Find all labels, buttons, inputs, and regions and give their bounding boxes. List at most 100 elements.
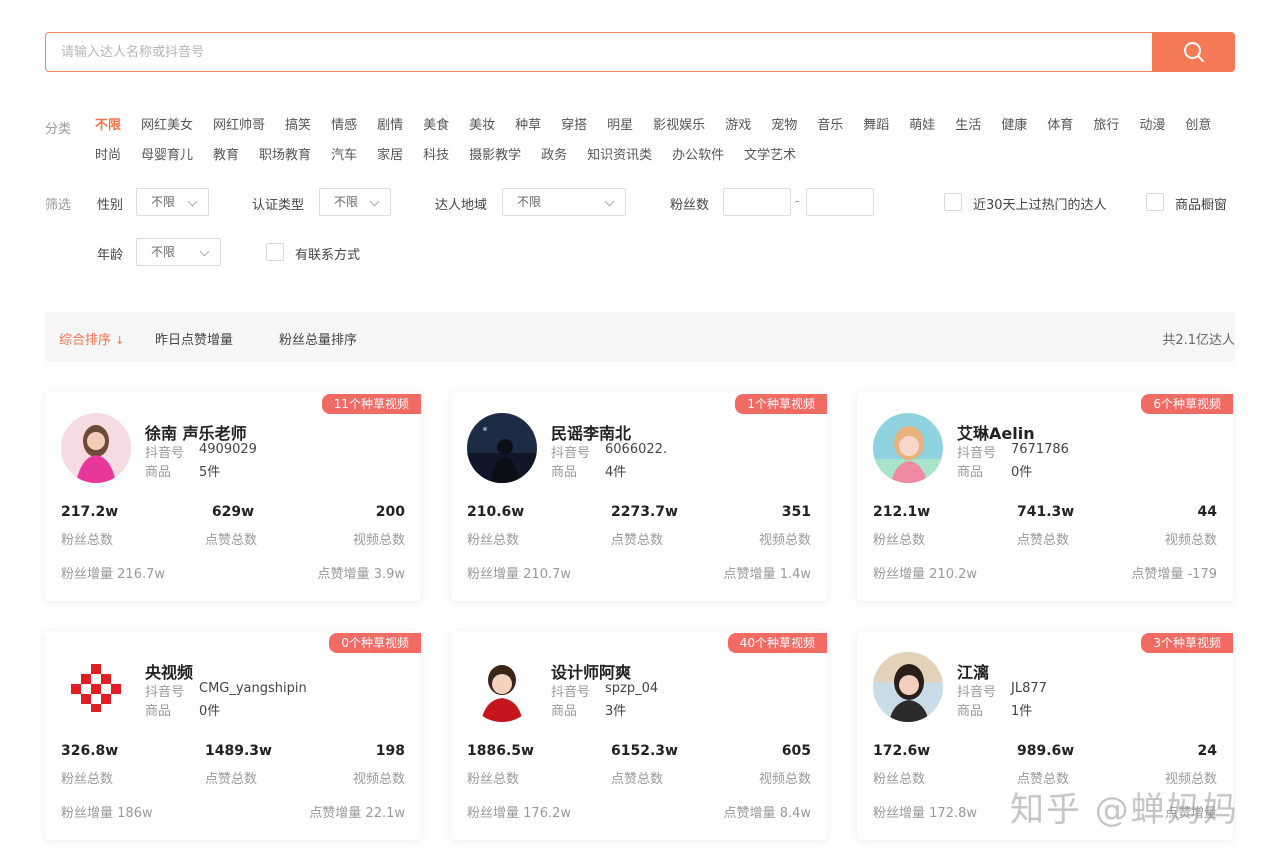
search-button[interactable] (1152, 32, 1235, 72)
goods-label: 商品 (145, 465, 172, 480)
chevron-down-icon (604, 196, 615, 207)
category-item[interactable]: 美食 (423, 117, 449, 135)
category-item[interactable]: 网红帅哥 (213, 117, 265, 135)
fans-min-input[interactable] (723, 188, 791, 216)
category-item[interactable]: 情感 (331, 117, 357, 135)
category-item[interactable]: 摄影教学 (469, 147, 521, 165)
shop-checkbox[interactable] (1146, 193, 1164, 211)
fans-increment: 粉丝增量 186w (61, 802, 153, 821)
chevron-down-icon (199, 246, 210, 257)
category-item[interactable]: 健康 (1001, 117, 1027, 135)
influencer-card[interactable]: 11个种草视频 徐南 声乐老师 抖音号 4909029 商品 5件 217.2w 粉丝总数 62… (45, 392, 421, 601)
gender-value: 不限 (151, 195, 176, 209)
fans-label: 粉丝数 (670, 198, 710, 213)
category-item[interactable]: 动漫 (1139, 117, 1165, 135)
hot-label: 近30天上过热门的达人 (973, 198, 1107, 213)
category-item[interactable]: 网红美女 (141, 117, 193, 135)
category-item[interactable]: 创意 (1185, 117, 1211, 135)
likes-total-label: 点赞总数 (611, 772, 664, 787)
cert-select[interactable]: 不限 (319, 188, 391, 216)
category-item[interactable]: 汽车 (331, 147, 357, 165)
category-item[interactable]: 宠物 (771, 117, 797, 135)
videos-total-value: 198 (375, 743, 405, 759)
age-select[interactable]: 不限 (136, 238, 221, 266)
sort-total-fans[interactable]: 粉丝总量排序 (279, 329, 357, 348)
category-item[interactable]: 教育 (213, 147, 239, 165)
goods-label: 商品 (145, 704, 172, 719)
category-item[interactable]: 音乐 (817, 117, 843, 135)
category-item[interactable]: 种草 (515, 117, 541, 135)
category-item[interactable]: 美妆 (469, 117, 495, 135)
goods-label: 商品 (551, 704, 578, 719)
seeding-video-badge: 11个种草视频 (321, 394, 421, 414)
sort-composite[interactable]: 综合排序 ↓ (59, 329, 124, 348)
influencer-card[interactable]: 0个种草视频 央视频 抖音号 CMG_yangshipin 商品 0件 326.8w 粉丝总数… (45, 631, 421, 840)
fans-total-label: 粉丝总数 (61, 772, 114, 787)
douyin-id-label: 抖音号 (957, 446, 997, 461)
search-icon (1183, 42, 1204, 62)
category-item[interactable]: 时尚 (95, 147, 121, 165)
likes-increment: 点赞增量 8.4w (724, 802, 811, 821)
videos-total-label: 视频总数 (1164, 533, 1217, 548)
influencer-card[interactable]: 40个种草视频 设计师阿爽 抖音号 spzp_04 商品 3件 1886.5w 粉丝总数 615… (451, 631, 827, 840)
fans-increment: 粉丝增量 216.7w (61, 563, 165, 582)
category-item[interactable]: 萌娃 (909, 117, 935, 135)
likes-total-label: 点赞总数 (205, 533, 258, 548)
contact-checkbox[interactable] (266, 243, 284, 261)
region-select[interactable]: 不限 (502, 188, 626, 216)
goods-value: 0件 (1011, 465, 1033, 480)
goods-label: 商品 (957, 465, 984, 480)
category-item[interactable]: 舞蹈 (863, 117, 889, 135)
videos-total-label: 视频总数 (352, 772, 405, 787)
hot-checkbox[interactable] (944, 193, 962, 211)
category-item[interactable]: 体育 (1047, 117, 1073, 135)
fans-total-value: 217.2w (61, 504, 119, 520)
gender-label: 性别 (97, 198, 124, 213)
category-item[interactable]: 旅行 (1093, 117, 1119, 135)
category-item[interactable]: 政务 (541, 147, 567, 165)
category-item[interactable]: 文学艺术 (744, 147, 796, 165)
influencer-card[interactable]: 1个种草视频 民谣李南北 抖音号 6066022. 商品 4件 210.6w 粉丝总数 2273… (451, 392, 827, 601)
category-item[interactable]: 生活 (955, 117, 981, 135)
category-item[interactable]: 搞笑 (285, 117, 311, 135)
fans-inc-label: 粉丝增量 (873, 567, 926, 582)
videos-total-value: 200 (375, 504, 405, 520)
likes-inc-value: -179 (1187, 567, 1217, 582)
seeding-video-badge: 40个种草视频 (727, 633, 827, 653)
videos-total-label: 视频总数 (352, 533, 405, 548)
avatar (61, 413, 131, 483)
fans-total-label: 粉丝总数 (61, 533, 114, 548)
fans-inc-value: 210.2w (929, 567, 978, 582)
category-item[interactable]: 剧情 (377, 117, 403, 135)
douyin-id-value: JL877 (1011, 681, 1047, 696)
fans-total-label: 粉丝总数 (873, 533, 926, 548)
category-item[interactable]: 母婴育儿 (141, 147, 193, 165)
sort-yesterday-likes[interactable]: 昨日点赞增量 (155, 329, 233, 348)
category-item[interactable]: 明星 (607, 117, 633, 135)
category-item[interactable]: 穿搭 (561, 117, 587, 135)
category-item[interactable]: 职场教育 (259, 147, 311, 165)
category-item[interactable]: 家居 (377, 147, 403, 165)
seeding-video-badge: 6个种草视频 (1141, 394, 1233, 414)
influencer-card[interactable]: 6个种草视频 艾琳Aelin 抖音号 7671786 商品 0件 212.1w 粉丝总数 741… (857, 392, 1233, 601)
likes-total-label: 点赞总数 (205, 772, 258, 787)
search-bar (45, 32, 1235, 72)
category-item[interactable]: 游戏 (725, 117, 751, 135)
fans-total-value: 326.8w (61, 743, 119, 759)
category-item[interactable]: 不限 (95, 117, 121, 135)
contact-label: 有联系方式 (295, 248, 361, 263)
likes-inc-label: 点赞增量 (309, 806, 362, 821)
goods-value: 3件 (605, 704, 627, 719)
videos-total-value: 351 (781, 504, 811, 520)
category-item[interactable]: 知识资讯类 (587, 147, 652, 165)
category-item[interactable]: 影视娱乐 (653, 117, 705, 135)
gender-select[interactable]: 不限 (136, 188, 209, 216)
fans-inc-label: 粉丝增量 (61, 567, 114, 582)
avatar (873, 413, 943, 483)
fans-max-input[interactable] (806, 188, 874, 216)
search-input[interactable] (45, 32, 1152, 72)
category-item[interactable]: 科技 (423, 147, 449, 165)
likes-inc-value: 22.1w (365, 806, 405, 821)
category-item[interactable]: 办公软件 (672, 147, 724, 165)
region-value: 不限 (517, 195, 542, 209)
